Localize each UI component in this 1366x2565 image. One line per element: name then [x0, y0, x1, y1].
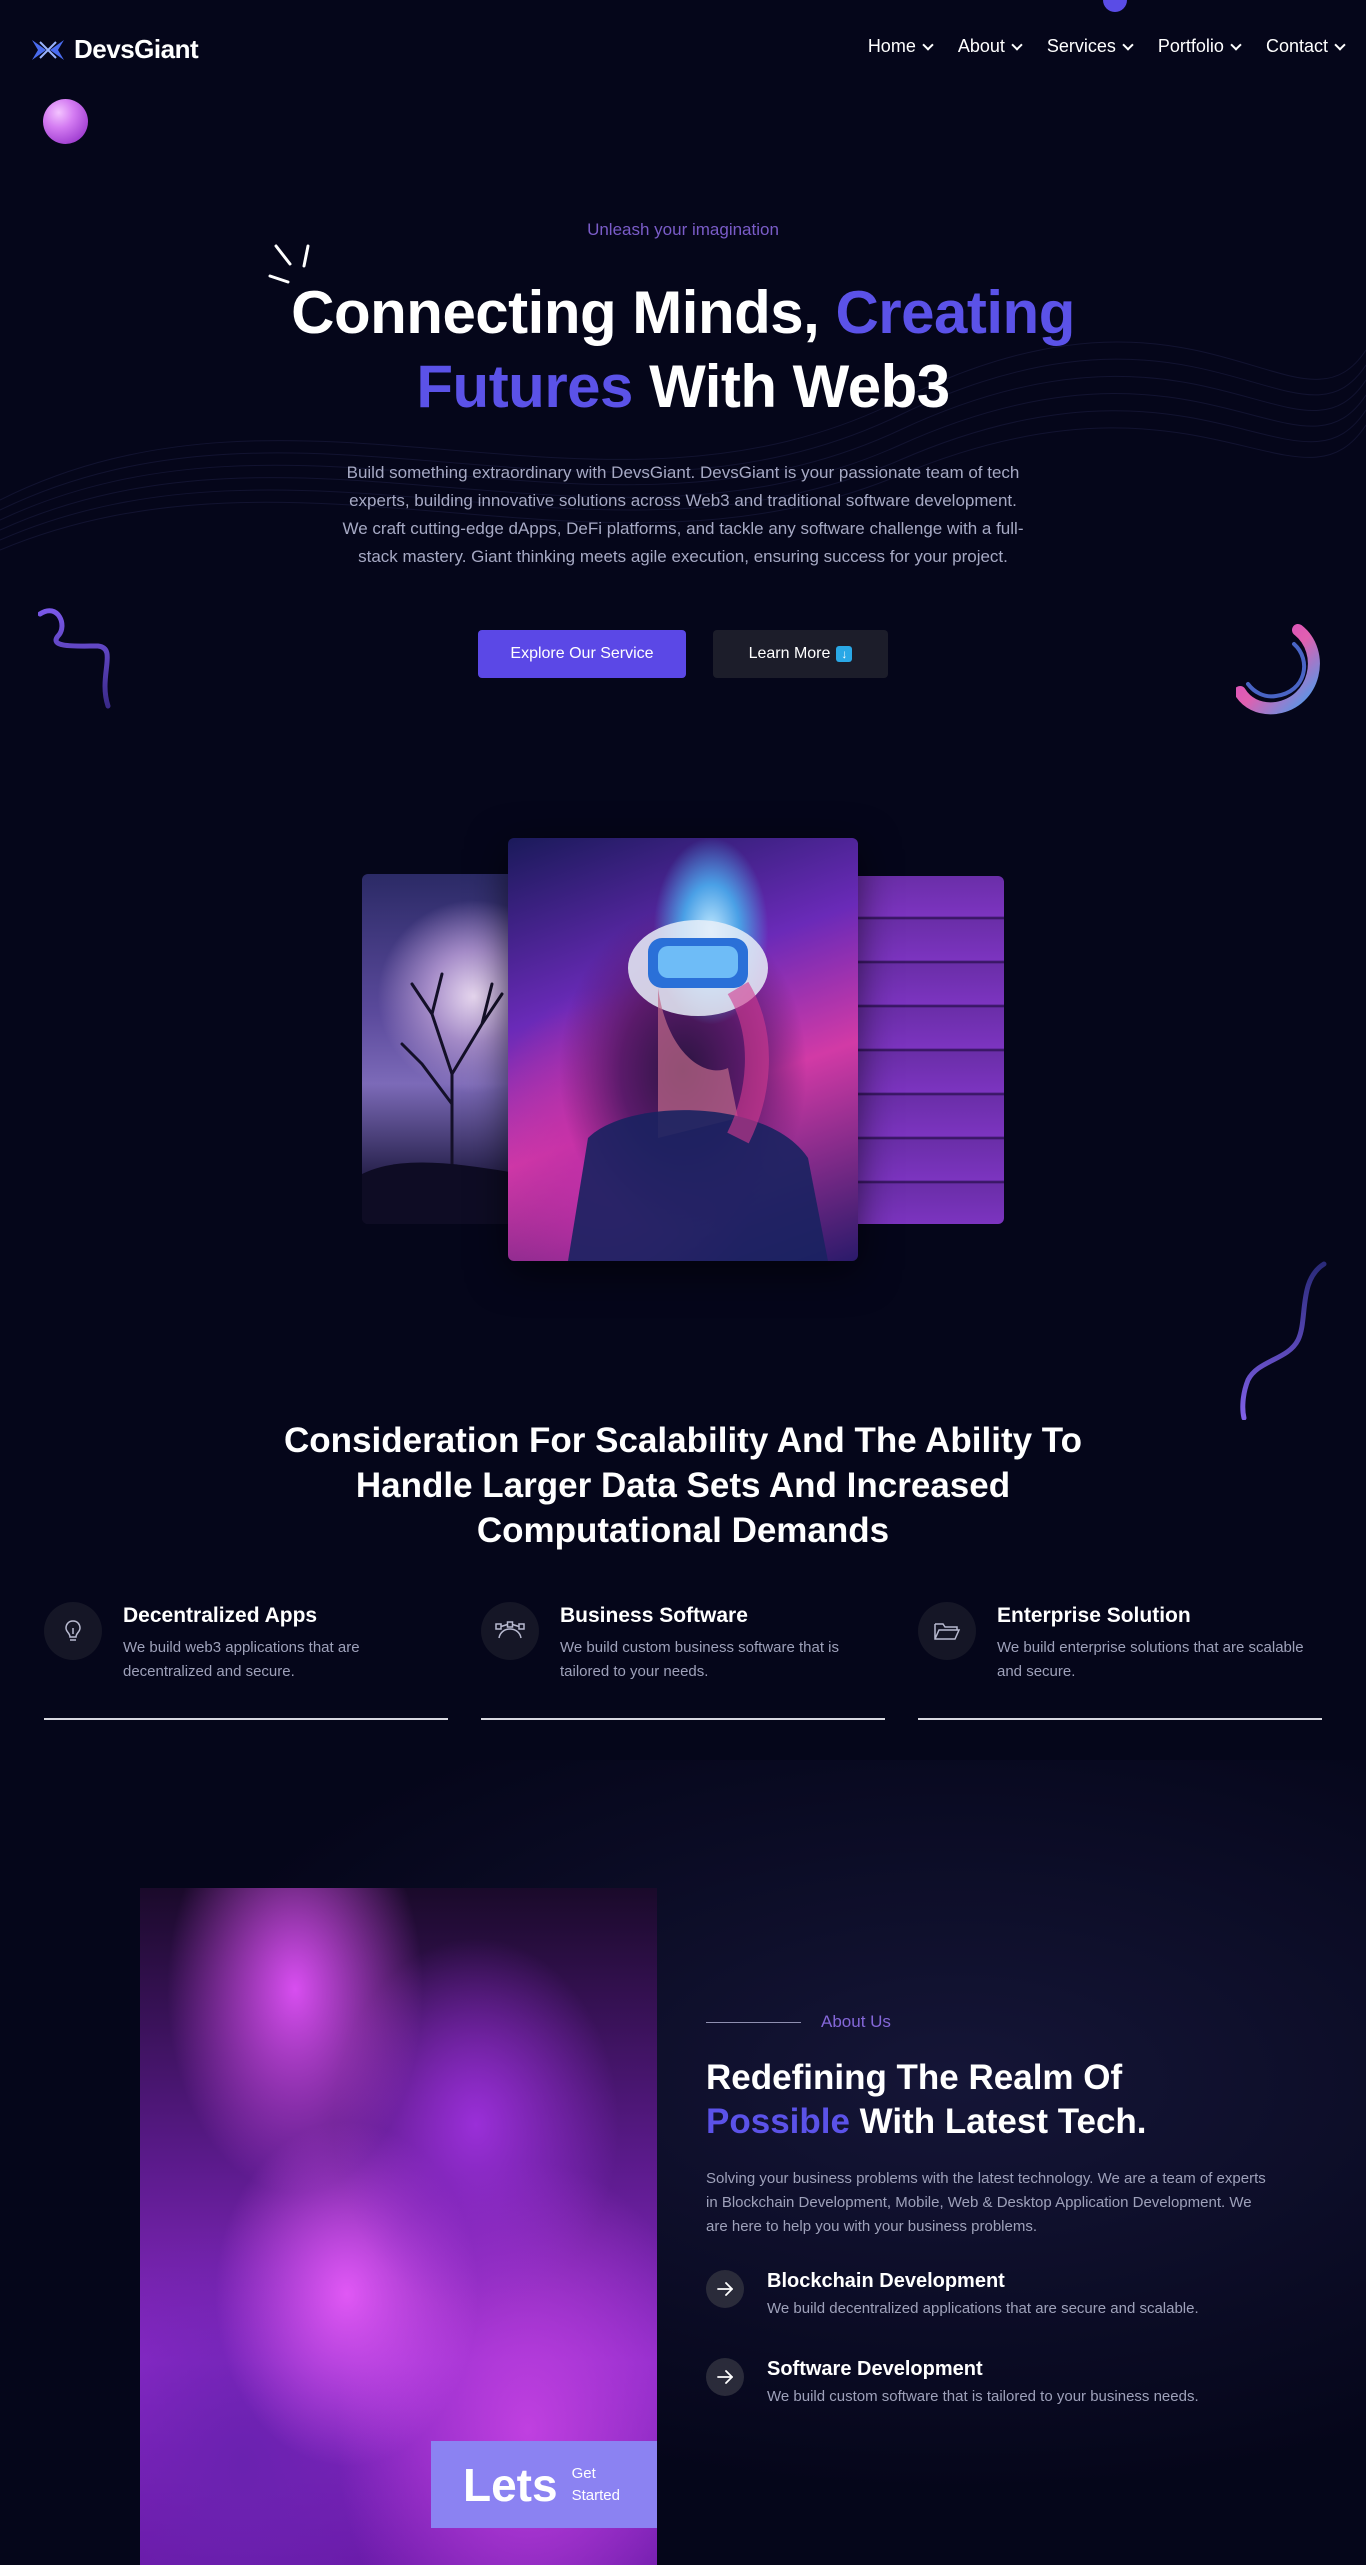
cta-small-text: Get Started [571, 2464, 620, 2504]
chevron-down-icon [1122, 38, 1134, 51]
nav-item-services[interactable]: Services [1046, 36, 1134, 57]
learn-more-label: Learn More [748, 645, 831, 662]
squiggle-decoration-left [38, 608, 111, 709]
feature-description: We build custom business software that i… [560, 1639, 840, 1680]
bezier-icon [481, 1602, 539, 1660]
nav-item-label: Portfolio [1157, 36, 1224, 56]
down-arrow-icon: ↓ [836, 646, 853, 662]
main-nav: Home About Services Portfolio Contact [867, 36, 1346, 57]
nav-item-about[interactable]: About [957, 36, 1023, 57]
vr-person-illustration [568, 920, 828, 1261]
explore-service-label: Explore Our Service [510, 645, 654, 662]
nav-item-label: Services [1046, 36, 1116, 56]
feature-description: We build web3 applications that are dece… [123, 1639, 360, 1680]
nav-decorative-dot [1103, 0, 1127, 12]
hero-title: Connecting Minds, Creating Futures With … [233, 276, 1133, 424]
hero-title-accent2: Futures [416, 353, 633, 420]
squiggle-decoration-right [1240, 1261, 1327, 1420]
about-eyebrow: About Us [706, 2012, 891, 2032]
service-description: We build custom software that is tailore… [767, 2388, 1199, 2405]
explore-service-button[interactable]: Explore Our Service [478, 630, 686, 678]
nav-item-contact[interactable]: Contact [1265, 36, 1346, 57]
feature-enterprise-solution: Enterprise Solution We build enterprise … [918, 1598, 1322, 1720]
logo-text: DevsGiant [74, 34, 199, 64]
arrow-right-icon[interactable] [706, 2358, 744, 2396]
about-title-part1: Redefining The Realm Of [706, 2058, 1123, 2097]
feature-description: We build enterprise solutions that are s… [997, 1639, 1304, 1680]
about-eyebrow-label: About Us [821, 2012, 891, 2031]
logo[interactable]: DevsGiant [30, 34, 199, 65]
nav-item-label: About [957, 36, 1005, 56]
about-description: Solving your business problems with the … [706, 2170, 1266, 2235]
hero-title-part1: Connecting Minds, [291, 279, 836, 346]
service-title: Software Development [767, 2358, 983, 2380]
service-description: We build decentralized applications that… [767, 2300, 1199, 2317]
feature-title: Decentralized Apps [123, 1604, 318, 1627]
chevron-down-icon [1230, 38, 1242, 51]
eyebrow-divider [706, 2021, 801, 2023]
chevron-down-icon [1334, 38, 1346, 51]
feature-title: Business Software [560, 1604, 748, 1627]
feature-title: Enterprise Solution [997, 1604, 1191, 1627]
chevron-down-icon [922, 38, 934, 51]
moon-tree-image [362, 874, 522, 1224]
vr-headset-image [508, 838, 858, 1261]
nav-item-home[interactable]: Home [867, 36, 934, 57]
lightbulb-icon [44, 1602, 102, 1660]
hero-eyebrow: Unleash your imagination [587, 220, 779, 239]
hero-title-part2: With Web3 [632, 353, 950, 420]
folder-icon [918, 1602, 976, 1660]
page: DevsGiant Home About Services Portfolio … [0, 0, 1366, 2565]
get-started-button[interactable]: Lets Get Started [431, 2441, 657, 2528]
about-title-part2: With Latest Tech. [849, 2102, 1147, 2141]
feature-decentralized-apps: Decentralized Apps We build web3 applica… [44, 1598, 448, 1720]
tree-illustration [362, 972, 522, 1224]
service-title: Blockchain Development [767, 2270, 1005, 2292]
nav-item-label: Home [867, 36, 916, 56]
purple-room-image [846, 876, 1004, 1224]
about-title-accent: Possible [706, 2102, 850, 2141]
learn-more-button[interactable]: Learn More ↓ [713, 630, 888, 678]
decorative-orb [43, 99, 88, 144]
about-title: Redefining The Realm Of Possible With La… [706, 2056, 1266, 2144]
nav-item-portfolio[interactable]: Portfolio [1157, 36, 1242, 57]
arrow-right-icon[interactable] [706, 2270, 744, 2308]
nav-item-label: Contact [1265, 36, 1328, 56]
chevron-down-icon [1011, 38, 1023, 51]
hero-title-accent1: Creating [835, 279, 1075, 346]
feature-business-software: Business Software We build custom busine… [481, 1598, 885, 1720]
logo-icon [32, 39, 64, 60]
hero-description: Build something extraordinary with DevsG… [342, 463, 1024, 566]
ring-decoration-right [1236, 624, 1320, 715]
cta-big-text: Lets [463, 2458, 558, 2511]
features-title: Consideration For Scalability And The Ab… [284, 1421, 1082, 1550]
site-header: DevsGiant Home About Services Portfolio … [0, 0, 1366, 96]
